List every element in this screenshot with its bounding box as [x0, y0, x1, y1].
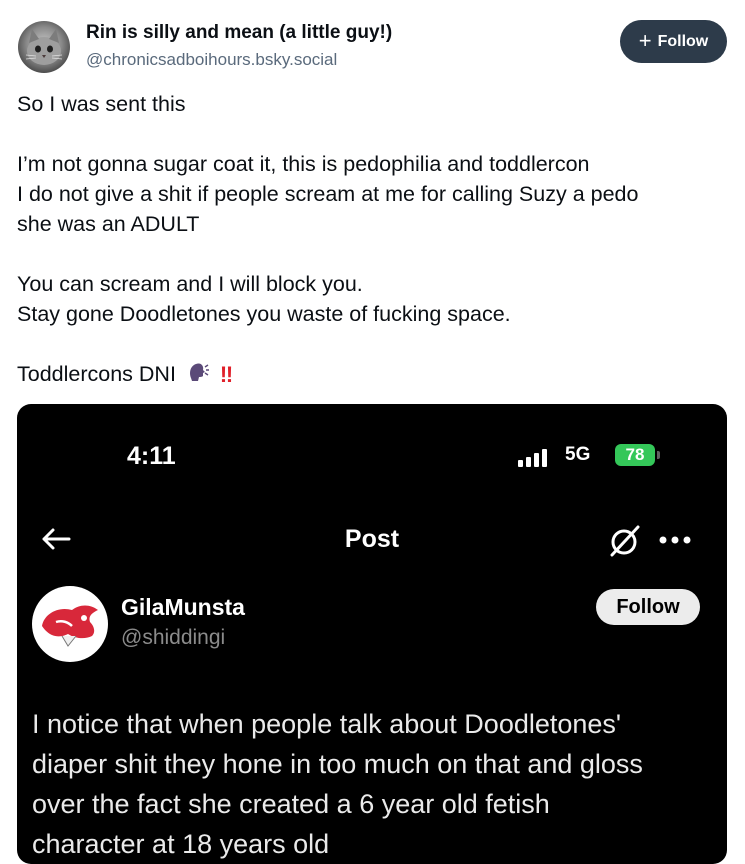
embedded-user-avatar[interactable] — [32, 586, 108, 662]
post-line: I’m not gonna sugar coat it, this is ped… — [17, 152, 590, 176]
speaking-head-emoji — [188, 360, 210, 390]
embedded-image[interactable]: 4:11 5G 78 Post GilaMunsta @shiddingi Fo… — [17, 404, 727, 864]
cell-signal-icon — [518, 449, 547, 467]
embedded-user-handle: @shiddingi — [121, 626, 226, 649]
post-line-blank — [17, 239, 732, 269]
post-line: she was an ADULT — [17, 212, 200, 236]
embedded-follow-button: Follow — [596, 589, 700, 625]
grok-icon[interactable] — [608, 524, 642, 558]
tweet-line: character at 18 years old — [32, 829, 330, 859]
post-body: So I was sent this I’m not gonna sugar c… — [17, 89, 732, 390]
status-time: 4:11 — [127, 442, 176, 470]
embedded-tweet-text: I notice that when people talk about Doo… — [32, 704, 712, 864]
battery-level: 78 — [615, 444, 655, 466]
author-display-name[interactable]: Rin is silly and mean (a little guy!) — [86, 22, 392, 44]
more-horizontal-icon[interactable] — [658, 535, 692, 545]
post-line: You can scream and I will block you. — [17, 272, 363, 296]
follow-button[interactable]: + Follow — [620, 20, 727, 63]
tweet-line: I notice that when people talk about Doo… — [32, 709, 622, 739]
post-line-blank — [17, 119, 732, 149]
network-label: 5G — [565, 444, 591, 465]
post-line-last: Toddlercons DNI ‼ — [17, 359, 732, 390]
post-line-text: Toddlercons DNI — [17, 362, 176, 386]
double-exclamation-emoji: ‼ — [219, 362, 233, 388]
tweet-line: over the fact she created a 6 year old f… — [32, 789, 550, 819]
post-line: So I was sent this — [17, 92, 186, 116]
tweet-line: diaper shit they hone in too much on tha… — [32, 749, 643, 779]
battery-tip — [657, 451, 660, 459]
author-avatar[interactable] — [18, 21, 70, 73]
post-line-blank — [17, 329, 732, 359]
follow-button-label: Follow — [657, 32, 709, 50]
plus-icon: + — [638, 27, 652, 53]
author-handle[interactable]: @chronicsadboihours.bsky.social — [86, 50, 337, 70]
post-line: Stay gone Doodletones you waste of fucki… — [17, 302, 511, 326]
embedded-user-name: GilaMunsta — [121, 594, 245, 620]
post-line: I do not give a shit if people scream at… — [17, 182, 639, 206]
